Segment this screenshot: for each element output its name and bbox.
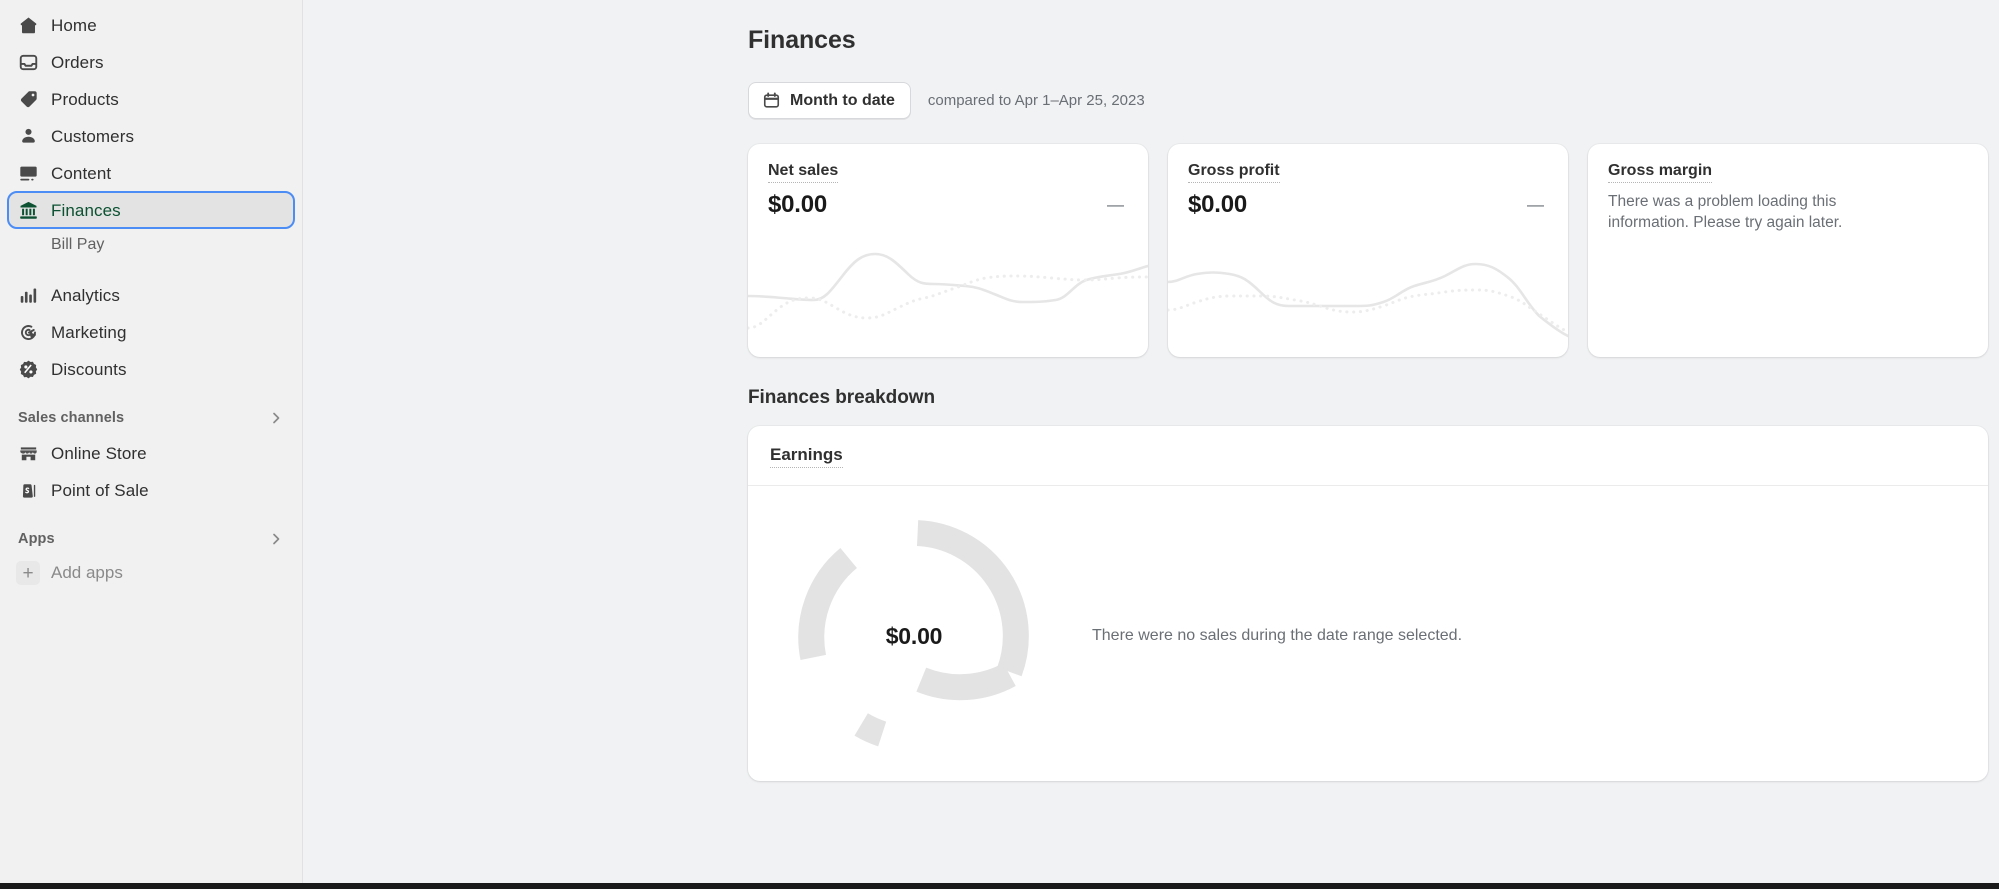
content-column: Finances Month to date compared to Apr 1…: [748, 0, 1988, 781]
sidebar-section-apps[interactable]: Apps: [8, 523, 294, 555]
sidebar-section-sales-channels[interactable]: Sales channels: [8, 402, 294, 434]
date-range-button[interactable]: Month to date: [748, 82, 911, 119]
metric-value: $0.00: [1188, 191, 1248, 218]
sparkline-previous-line: [1168, 288, 1568, 334]
plus-icon: +: [16, 561, 40, 585]
bottom-bar: [0, 883, 1999, 889]
sidebar-secondary-nav: Analytics Marketing Discounts: [0, 277, 302, 387]
sidebar-item-marketing[interactable]: Marketing: [8, 314, 294, 350]
sidebar-subitem-label: Bill Pay: [51, 236, 105, 253]
app-root: Home Orders Products Customers Content F…: [0, 0, 1999, 889]
sidebar-item-products[interactable]: Products: [8, 81, 294, 117]
page-title: Finances: [748, 26, 856, 54]
sidebar-item-content[interactable]: Content: [8, 155, 294, 191]
metric-card-gross-margin[interactable]: Gross margin There was a problem loading…: [1588, 144, 1988, 357]
metric-value: $0.00: [768, 191, 828, 218]
sidebar-item-label: Orders: [51, 52, 104, 72]
sidebar-item-label: Online Store: [51, 443, 147, 463]
nav-spacer-3: [0, 509, 302, 523]
earnings-card-header: Earnings: [748, 426, 1988, 486]
analytics-bars-icon: [16, 283, 40, 307]
earnings-title[interactable]: Earnings: [770, 445, 843, 468]
sidebar-item-label: Analytics: [51, 285, 120, 305]
breakdown-heading: Finances breakdown: [748, 387, 936, 408]
home-icon: [16, 13, 40, 37]
sidebar-item-label: Products: [51, 89, 119, 109]
card-content: Net sales $0.00 —: [748, 144, 1148, 219]
metric-delta: —: [1107, 195, 1124, 214]
metric-card-gross-profit[interactable]: Gross profit $0.00 —: [1168, 144, 1568, 357]
section-title: Apps: [18, 531, 55, 547]
finances-bank-icon: [16, 198, 40, 222]
card-content: Gross profit $0.00 —: [1168, 144, 1568, 219]
sidebar-primary-nav: Home Orders Products Customers Content F…: [0, 7, 302, 229]
metric-delta: —: [1527, 195, 1544, 214]
metric-card-row: Net sales $0.00 — Gross profit $0.00 — G…: [748, 144, 1988, 357]
earnings-card: Earnings $0.00 There were no sales durin…: [748, 426, 1988, 781]
sidebar-item-label: Point of Sale: [51, 480, 149, 500]
discounts-percent-icon: [16, 357, 40, 381]
sidebar-subitem-bill-pay[interactable]: Bill Pay: [8, 229, 294, 261]
calendar-icon: [762, 91, 781, 110]
earnings-donut-chart: $0.00: [798, 520, 1030, 752]
sidebar-item-orders[interactable]: Orders: [8, 44, 294, 80]
sidebar-item-label: Content: [51, 163, 112, 183]
metric-value-row: $0.00 —: [1188, 191, 1548, 219]
sidebar-sales-channels-nav: Online Store Point of Sale: [0, 435, 302, 508]
orders-icon: [16, 50, 40, 74]
sparkline-current-line: [1168, 262, 1568, 338]
metric-value-row: $0.00 —: [768, 191, 1128, 219]
sparkline-current-line: [748, 252, 1148, 304]
section-title: Sales channels: [18, 410, 125, 426]
sidebar-item-discounts[interactable]: Discounts: [8, 351, 294, 387]
earnings-card-body: $0.00 There were no sales during the dat…: [748, 486, 1988, 752]
sidebar-item-label: Customers: [51, 126, 135, 146]
compare-period-text: compared to Apr 1–Apr 25, 2023: [927, 92, 1145, 109]
earnings-empty-message: There were no sales during the date rang…: [1092, 627, 1463, 644]
net-sales-sparkline-chart: [748, 232, 1148, 357]
sidebar-item-point-of-sale[interactable]: Point of Sale: [8, 472, 294, 508]
sidebar-item-label: Finances: [51, 200, 121, 220]
sidebar-item-customers[interactable]: Customers: [8, 118, 294, 154]
metric-label[interactable]: Gross profit: [1188, 162, 1280, 183]
chevron-right-icon[interactable]: [268, 410, 284, 426]
point-of-sale-icon: [16, 478, 40, 502]
products-tag-icon: [16, 87, 40, 111]
gross-profit-sparkline-chart: [1168, 232, 1568, 357]
metric-card-net-sales[interactable]: Net sales $0.00 —: [748, 144, 1148, 357]
metric-label[interactable]: Net sales: [768, 162, 839, 183]
chevron-right-icon[interactable]: [268, 531, 284, 547]
metric-error-message: There was a problem loading this informa…: [1608, 193, 1843, 231]
nav-spacer-2: [0, 388, 302, 402]
sidebar-item-online-store[interactable]: Online Store: [8, 435, 294, 471]
sidebar-item-add-apps[interactable]: + Add apps: [8, 556, 294, 590]
sidebar-item-analytics[interactable]: Analytics: [8, 277, 294, 313]
sidebar-item-finances[interactable]: Finances: [7, 191, 295, 229]
sidebar: Home Orders Products Customers Content F…: [0, 0, 303, 889]
main-content: Finances Month to date compared to Apr 1…: [303, 0, 1999, 889]
card-content: Gross margin There was a problem loading…: [1588, 144, 1988, 233]
sidebar-item-label: Home: [51, 15, 97, 35]
filter-row: Month to date compared to Apr 1–Apr 25, …: [748, 82, 1988, 119]
content-image-icon: [16, 161, 40, 185]
online-store-icon: [16, 441, 40, 465]
donut-center-value: $0.00: [885, 622, 943, 649]
add-apps-label: Add apps: [51, 563, 123, 582]
marketing-target-icon: [16, 320, 40, 344]
sidebar-item-label: Discounts: [51, 359, 127, 379]
date-range-label: Month to date: [790, 91, 895, 109]
customers-person-icon: [16, 124, 40, 148]
sidebar-item-home[interactable]: Home: [8, 7, 294, 43]
sidebar-item-label: Marketing: [51, 322, 127, 342]
nav-spacer-1: [0, 262, 302, 276]
metric-label[interactable]: Gross margin: [1608, 162, 1713, 183]
